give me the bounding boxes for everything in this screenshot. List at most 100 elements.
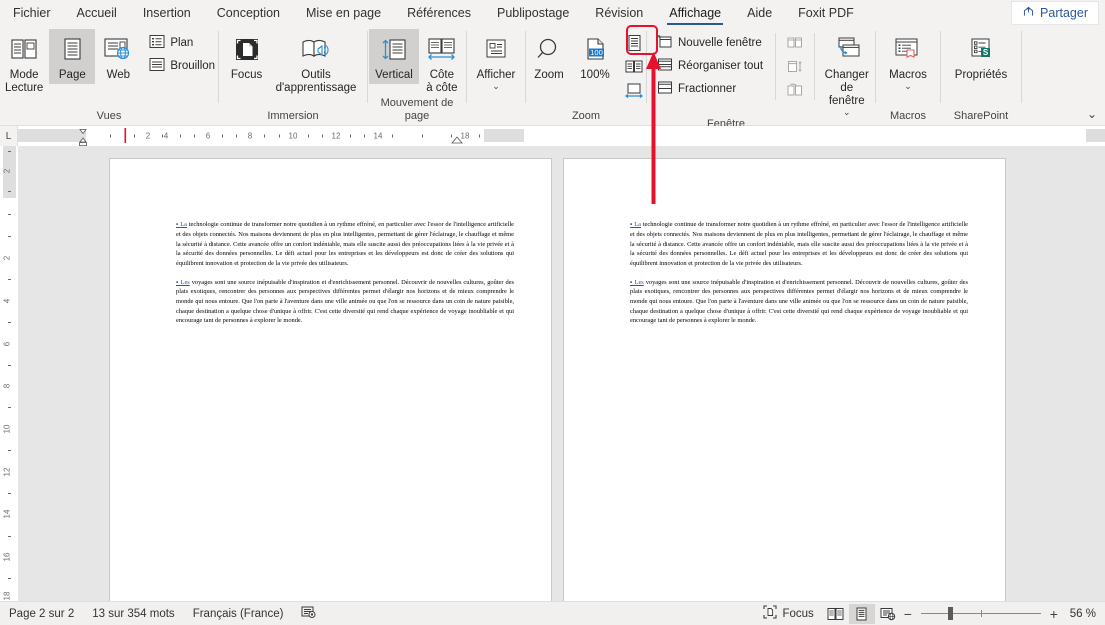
arrange-all-icon — [657, 57, 673, 75]
outline-icon — [149, 34, 165, 52]
menu-label: Aide — [747, 6, 773, 20]
split-button[interactable]: Fractionner — [653, 78, 767, 100]
share-label: Partager — [1040, 6, 1088, 20]
ribbon-group-zoom: Zoom 100 100% Zoom — [526, 26, 646, 125]
proofing-status-button[interactable] — [292, 605, 325, 622]
chevron-down-icon[interactable]: ⌄ — [843, 108, 851, 117]
button-label: Mode Lecture — [4, 69, 44, 94]
focus-button[interactable]: Focus — [224, 29, 270, 84]
read-mode-view-button[interactable] — [823, 604, 849, 624]
properties-icon: S — [966, 33, 996, 67]
outline-button[interactable]: Plan — [145, 32, 219, 54]
multiple-pages-button[interactable] — [621, 56, 647, 78]
one-page-button[interactable] — [621, 32, 647, 54]
zoom-button[interactable]: Zoom — [526, 29, 572, 84]
reset-window-position-button[interactable] — [782, 80, 808, 102]
horizontal-ruler[interactable]: 2 2 4 6 8 10 12 14 18 — [18, 126, 1105, 146]
menu-item-references[interactable]: Références — [394, 0, 484, 26]
zoom-slider-thumb[interactable] — [947, 607, 953, 620]
ruler-corner-tab[interactable]: L — [0, 126, 18, 146]
menu-item-accueil[interactable]: Accueil — [64, 0, 130, 26]
ribbon-group-immersion: Focus Outils d'apprentissage Immersion — [219, 26, 367, 125]
collapse-ribbon-button[interactable]: ⌄ — [1087, 107, 1097, 121]
zoom-level-label: 56 % — [1069, 607, 1096, 620]
macros-button[interactable]: Macros ⌄ — [883, 29, 933, 92]
status-bar: Page 2 sur 2 13 sur 354 mots Français (F… — [0, 601, 1105, 625]
view-side-by-side-button[interactable] — [782, 32, 808, 54]
print-layout-view-button[interactable] — [848, 603, 875, 624]
button-label: Réorganiser tout — [678, 60, 764, 72]
chevron-down-icon[interactable]: ⌄ — [492, 82, 500, 91]
svg-text:6: 6 — [206, 132, 211, 141]
menu-item-mise-en-page[interactable]: Mise en page — [293, 0, 394, 26]
zoom-out-button[interactable]: − — [901, 606, 915, 622]
zoom-in-button[interactable]: + — [1047, 606, 1061, 622]
page-1-body[interactable]: ▪ La technologie continue de transformer… — [176, 214, 514, 335]
svg-text:100: 100 — [590, 48, 603, 57]
menu-item-aide[interactable]: Aide — [734, 0, 785, 26]
group-label-immersion: Immersion — [267, 110, 319, 122]
ribbon: Mode Lecture Page Web Plan Brouillon Vue… — [0, 26, 1105, 130]
read-mode-button[interactable]: Mode Lecture — [0, 29, 49, 97]
menu-label: Références — [407, 6, 472, 20]
document-page-2[interactable]: ▪ La technologie continue de transformer… — [563, 158, 1006, 601]
list-bullet: ▪ La — [630, 221, 641, 229]
menu-bar: Fichier Accueil Insertion Conception Mis… — [0, 0, 1105, 26]
list-bullet: ▪ Les — [176, 278, 190, 286]
focus-mode-button[interactable]: Focus — [754, 605, 822, 622]
web-layout-button[interactable]: Web — [95, 29, 141, 84]
menu-item-foxit-pdf[interactable]: Foxit PDF — [785, 0, 867, 26]
menu-item-affichage[interactable]: Affichage — [656, 0, 734, 26]
learning-tools-button[interactable]: Outils d'apprentissage — [270, 29, 363, 97]
paragraph: ▪ La technologie continue de transformer… — [630, 220, 968, 268]
switch-windows-button[interactable]: Changer de fenêtre ⌄ — [819, 29, 875, 118]
page-2-body[interactable]: ▪ La technologie continue de transformer… — [630, 214, 968, 335]
vertical-scroll-button[interactable]: Vertical — [369, 29, 419, 84]
svg-text:10: 10 — [289, 132, 298, 141]
side-to-side-button[interactable]: Côte à côte — [419, 29, 465, 97]
draft-button[interactable]: Brouillon — [145, 55, 219, 77]
document-page-1[interactable]: ▪ La technologie continue de transformer… — [109, 158, 552, 601]
properties-button[interactable]: S Propriétés — [949, 29, 1013, 84]
menu-item-conception[interactable]: Conception — [204, 0, 293, 26]
svg-text:2: 2 — [146, 132, 151, 141]
show-panel-icon — [482, 33, 510, 67]
vertical-scroll-icon — [379, 33, 409, 67]
share-button[interactable]: Partager — [1011, 1, 1099, 25]
print-layout-icon — [59, 33, 85, 67]
page-width-button[interactable] — [621, 80, 647, 102]
paragraph-text: voyages sont une source inépuisable d'in… — [176, 278, 514, 325]
show-panel-button[interactable]: Afficher ⌄ — [471, 29, 522, 92]
button-label: Brouillon — [170, 60, 216, 72]
arrange-all-button[interactable]: Réorganiser tout — [653, 55, 767, 77]
paragraph: ▪ La technologie continue de transformer… — [176, 220, 514, 268]
button-label: Outils d'apprentissage — [275, 69, 357, 94]
chevron-down-icon[interactable]: ⌄ — [904, 82, 912, 91]
vertical-ruler[interactable]: 2 2 4 6 8 10 12 14 16 18 — [0, 146, 18, 601]
page-indicator[interactable]: Page 2 sur 2 — [0, 608, 83, 620]
menu-item-insertion[interactable]: Insertion — [130, 0, 204, 26]
menu-label: Insertion — [142, 6, 191, 20]
word-count[interactable]: 13 sur 354 mots — [83, 608, 183, 620]
svg-text:8: 8 — [248, 132, 253, 141]
zoom-100-button[interactable]: 100 100% — [572, 29, 618, 84]
paragraph-text: technologie continue de transformer notr… — [176, 221, 514, 267]
web-layout-icon — [102, 33, 134, 67]
web-layout-view-button[interactable] — [875, 604, 901, 624]
menu-item-publipostage[interactable]: Publipostage — [484, 0, 582, 26]
language-indicator[interactable]: Français (France) — [184, 608, 293, 620]
svg-text:6: 6 — [3, 341, 12, 346]
zoom-slider[interactable] — [920, 606, 1041, 622]
print-layout-button[interactable]: Page — [49, 29, 96, 84]
synchronous-scrolling-button[interactable] — [782, 56, 808, 78]
learning-tools-icon — [299, 33, 333, 67]
menu-item-fichier[interactable]: Fichier — [0, 0, 64, 26]
new-window-button[interactable]: Nouvelle fenêtre — [653, 32, 767, 54]
menu-item-revision[interactable]: Révision — [582, 0, 656, 26]
zoom-level-button[interactable]: 56 % — [1061, 608, 1105, 620]
button-label: Plan — [170, 37, 194, 49]
ribbon-group-fenetre: Nouvelle fenêtre Réorganiser tout Fracti… — [647, 26, 875, 130]
side-to-side-icon — [425, 33, 459, 67]
focus-icon — [763, 605, 778, 622]
svg-text:18: 18 — [3, 591, 12, 600]
